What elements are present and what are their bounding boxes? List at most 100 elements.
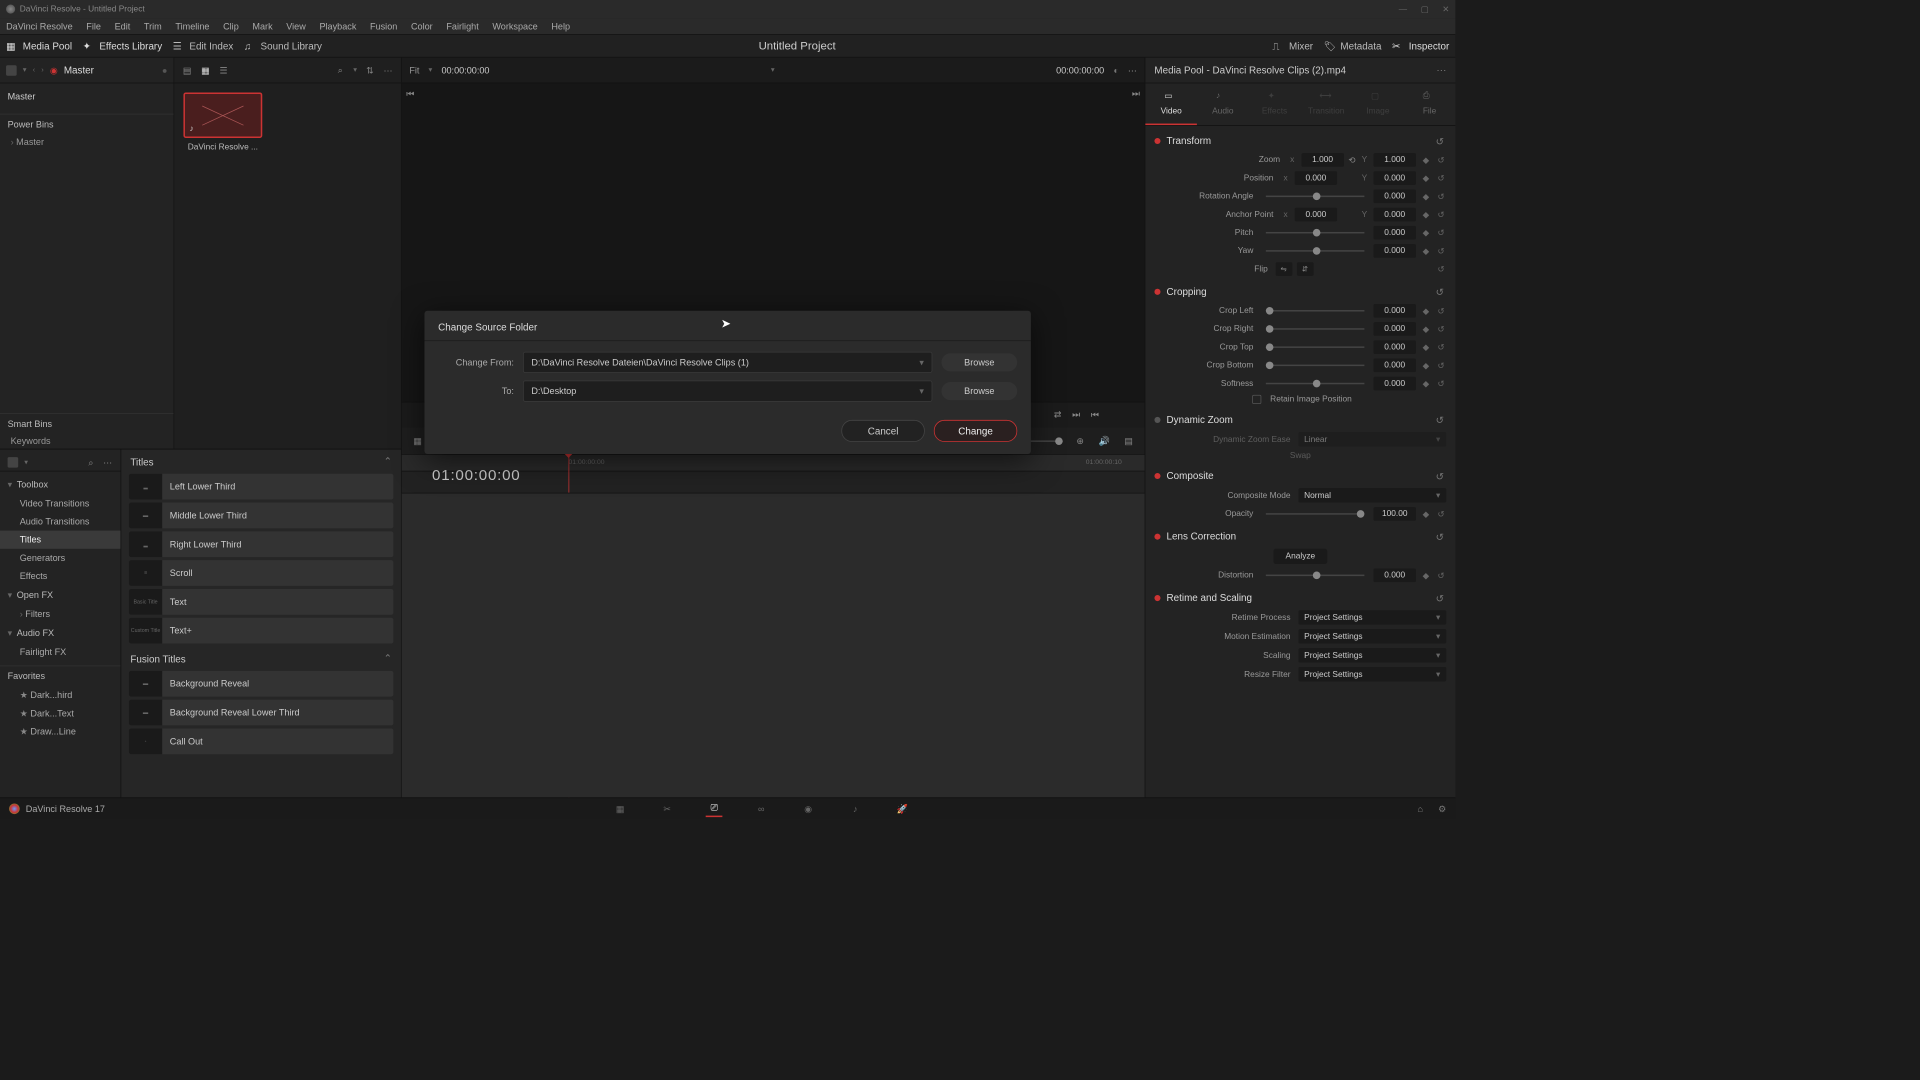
title-item[interactable]: ▂Left Lower Third bbox=[129, 474, 394, 500]
smart-bins-header[interactable]: Smart Bins bbox=[0, 413, 174, 433]
reset-icon[interactable]: ↺ bbox=[1436, 135, 1447, 146]
analyze-button[interactable]: Analyze bbox=[1273, 549, 1327, 564]
sort-icon[interactable]: ⇅ bbox=[365, 65, 376, 76]
section-composite[interactable]: Composite bbox=[1167, 470, 1214, 481]
tab-transition[interactable]: ⟷Transition bbox=[1300, 83, 1352, 125]
crop-top[interactable]: 0.000 bbox=[1373, 340, 1415, 354]
menu-fairlight[interactable]: Fairlight bbox=[446, 21, 478, 32]
change-button[interactable]: Change bbox=[934, 420, 1017, 442]
first-frame-icon[interactable]: ⏮ bbox=[406, 88, 414, 99]
cut-page-icon[interactable]: ✂ bbox=[659, 800, 676, 817]
viewer-fit[interactable]: Fit bbox=[409, 65, 419, 76]
resize-filter[interactable]: Project Settings▾ bbox=[1298, 667, 1446, 681]
fusion-page-icon[interactable]: ∞ bbox=[753, 800, 770, 817]
cancel-button[interactable]: Cancel bbox=[841, 420, 924, 442]
crop-bottom[interactable]: 0.000 bbox=[1373, 359, 1415, 373]
browse-to-button[interactable]: Browse bbox=[941, 382, 1017, 400]
effects-library-toggle[interactable]: ✦ Effects Library bbox=[83, 40, 162, 52]
power-bins-header[interactable]: Power Bins bbox=[0, 114, 174, 134]
mixer-toggle[interactable]: ⎍ Mixer bbox=[1272, 40, 1313, 52]
clip-thumbnail[interactable]: DaVinci Resolve ... bbox=[183, 92, 262, 151]
menu-edit[interactable]: Edit bbox=[115, 21, 131, 32]
crop-right[interactable]: 0.000 bbox=[1373, 322, 1415, 336]
keyframe-icon[interactable]: ◆ bbox=[1420, 155, 1431, 165]
flip-v-icon[interactable]: ⇵ bbox=[1297, 262, 1314, 276]
fx-video-transitions[interactable]: Video Transitions bbox=[0, 494, 121, 512]
fx-titles[interactable]: Titles bbox=[0, 531, 121, 549]
tab-video[interactable]: ▭Video bbox=[1145, 83, 1197, 125]
view-list-icon[interactable]: ☰ bbox=[218, 65, 229, 76]
next-edit-icon[interactable]: ⏭ bbox=[1072, 409, 1080, 420]
color-page-icon[interactable]: ◉ bbox=[800, 800, 817, 817]
to-field[interactable]: D:\Desktop▾ bbox=[523, 381, 932, 402]
cat-fusion-titles[interactable]: Fusion Titles⌃ bbox=[121, 647, 401, 668]
inspector-options-icon[interactable]: ⋯ bbox=[1436, 64, 1446, 76]
search-icon[interactable]: ⌕ bbox=[335, 65, 346, 76]
tab-file[interactable]: ⎙File bbox=[1404, 83, 1456, 125]
fx-audiofx[interactable]: ▾Audio FX bbox=[0, 623, 121, 643]
section-lens[interactable]: Lens Correction bbox=[1167, 531, 1237, 542]
timeline-timecode[interactable]: 01:00:00:00 bbox=[432, 467, 520, 484]
fx-search-icon[interactable]: ⌕ bbox=[86, 457, 97, 468]
title-item[interactable]: Basic TitleText bbox=[129, 589, 394, 615]
fx-toolbox[interactable]: ▾Toolbox bbox=[0, 475, 121, 495]
zoom-in-icon[interactable]: ⊕ bbox=[1073, 434, 1087, 448]
reset-icon[interactable]: ↺ bbox=[1436, 155, 1447, 165]
pos-x[interactable]: 0.000 bbox=[1295, 171, 1337, 185]
crop-left[interactable]: 0.000 bbox=[1373, 304, 1415, 318]
fav-1[interactable]: ★ Dark...hird bbox=[0, 686, 121, 704]
nav-back-icon[interactable]: ‹ bbox=[33, 66, 36, 74]
edit-index-toggle[interactable]: ☰ Edit Index bbox=[173, 40, 234, 52]
bypass-icon[interactable]: ◐ bbox=[1113, 65, 1118, 76]
tree-master[interactable]: Master bbox=[8, 88, 166, 105]
fx-options-icon[interactable]: ⋯ bbox=[102, 457, 113, 468]
project-settings-icon[interactable]: ⚙ bbox=[1438, 803, 1446, 814]
fx-generators[interactable]: Generators bbox=[0, 549, 121, 567]
pitch[interactable]: 0.000 bbox=[1373, 226, 1415, 240]
zoom-x[interactable]: 1.000 bbox=[1301, 153, 1343, 167]
tab-image[interactable]: ▢Image bbox=[1352, 83, 1404, 125]
tl-view-icon[interactable]: ▦ bbox=[411, 434, 425, 448]
crop-softness[interactable]: 0.000 bbox=[1373, 377, 1415, 391]
edit-page-icon[interactable]: ⎚ bbox=[706, 800, 723, 817]
close-icon[interactable]: ✕ bbox=[1442, 4, 1449, 14]
fx-fairlightfx[interactable]: Fairlight FX bbox=[0, 643, 121, 661]
fx-favorites[interactable]: Favorites bbox=[0, 666, 121, 686]
deliver-page-icon[interactable]: 🚀 bbox=[894, 800, 911, 817]
section-transform[interactable]: Transform bbox=[1167, 135, 1212, 146]
match-frame-icon[interactable]: ⇄ bbox=[1054, 409, 1062, 420]
change-from-field[interactable]: D:\DaVinci Resolve Dateien\DaVinci Resol… bbox=[523, 352, 932, 373]
menu-file[interactable]: File bbox=[86, 21, 101, 32]
media-pool-toggle[interactable]: ▦ Media Pool bbox=[6, 40, 72, 52]
viewer-title-dropdown-icon[interactable]: ▾ bbox=[771, 66, 775, 74]
viewer-options-icon[interactable]: ⋯ bbox=[1128, 65, 1137, 76]
motion-estimation[interactable]: Project Settings▾ bbox=[1298, 629, 1446, 643]
fusion-title-item[interactable]: ▬Background Reveal Lower Third bbox=[129, 700, 394, 726]
section-retime[interactable]: Retime and Scaling bbox=[1167, 592, 1252, 603]
panel-layout-icon[interactable] bbox=[6, 65, 17, 76]
dynzoom-ease[interactable]: Linear▾ bbox=[1298, 432, 1446, 446]
menu-playback[interactable]: Playback bbox=[319, 21, 356, 32]
menu-timeline[interactable]: Timeline bbox=[175, 21, 209, 32]
menu-view[interactable]: View bbox=[286, 21, 306, 32]
menu-workspace[interactable]: Workspace bbox=[492, 21, 537, 32]
cat-titles[interactable]: Titles⌃ bbox=[121, 449, 401, 470]
fusion-title-item[interactable]: ◦Call Out bbox=[129, 728, 394, 754]
fairlight-page-icon[interactable]: ♪ bbox=[847, 800, 864, 817]
menu-davinci[interactable]: DaVinci Resolve bbox=[6, 21, 73, 32]
tab-effects[interactable]: ✦Effects bbox=[1249, 83, 1301, 125]
fusion-title-item[interactable]: ▬Background Reveal bbox=[129, 671, 394, 697]
mute-icon[interactable]: 🔊 bbox=[1098, 434, 1112, 448]
power-bins-master[interactable]: › Master bbox=[0, 134, 174, 149]
view-thumb-icon[interactable]: ▦ bbox=[200, 65, 211, 76]
rotation-angle[interactable]: 0.000 bbox=[1373, 190, 1415, 204]
section-dynamic-zoom[interactable]: Dynamic Zoom bbox=[1167, 414, 1233, 425]
distortion[interactable]: 0.000 bbox=[1373, 569, 1415, 583]
fx-audio-transitions[interactable]: Audio Transitions bbox=[0, 512, 121, 530]
media-page-icon[interactable]: ▦ bbox=[612, 800, 629, 817]
nav-fwd-icon[interactable]: › bbox=[41, 66, 44, 74]
menu-color[interactable]: Color bbox=[411, 21, 433, 32]
sound-library-toggle[interactable]: ♫ Sound Library bbox=[244, 40, 322, 52]
fx-effects[interactable]: Effects bbox=[0, 567, 121, 585]
fav-3[interactable]: ★ Draw...Line bbox=[0, 722, 121, 740]
